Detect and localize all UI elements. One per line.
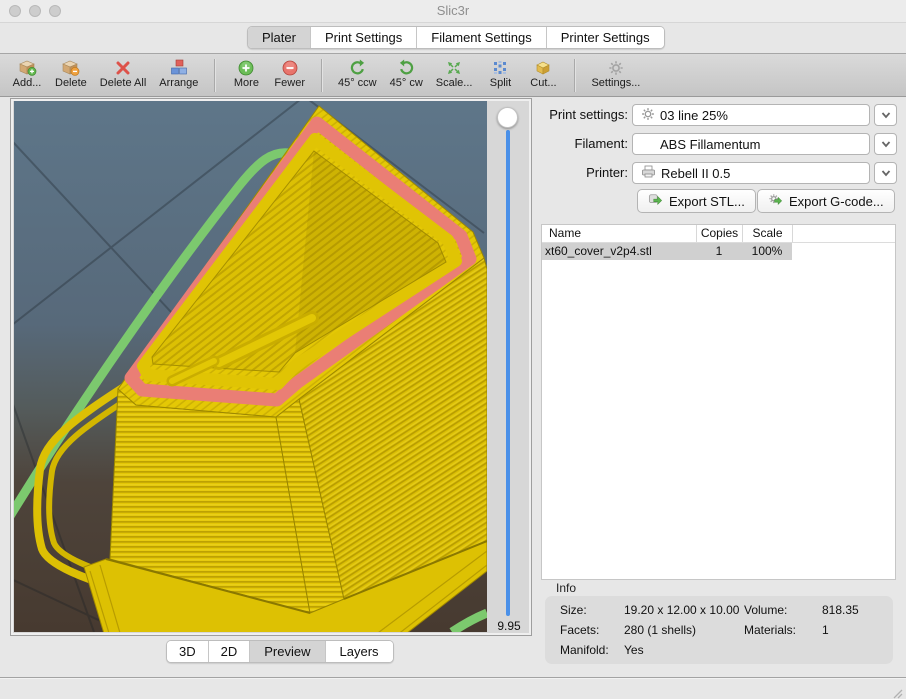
window-title: Slic3r xyxy=(0,0,906,22)
arrange-button[interactable]: Arrange xyxy=(159,58,198,89)
split-icon xyxy=(492,58,508,77)
status-bar-divider-highlight xyxy=(0,678,906,679)
export-gcode-icon xyxy=(768,193,783,210)
toolbar-separator xyxy=(321,59,322,92)
more-icon xyxy=(238,58,254,77)
chevron-down-icon xyxy=(880,138,892,150)
add-button[interactable]: Add... xyxy=(12,58,42,89)
rotate-cw-button[interactable]: 45° cw xyxy=(390,58,423,89)
settings-gear-icon xyxy=(608,58,624,77)
printer-dropdown-button[interactable] xyxy=(874,162,897,184)
fewer-icon xyxy=(282,58,298,77)
rotate-ccw-button[interactable]: 45° ccw xyxy=(338,58,377,89)
print-settings-dropdown-button[interactable] xyxy=(874,104,897,126)
object-copies-cell: 1 xyxy=(696,243,742,260)
export-stl-button[interactable]: Export STL... xyxy=(637,189,756,213)
view-tab-preview[interactable]: Preview xyxy=(250,641,325,662)
chevron-down-icon xyxy=(880,167,892,179)
tab-printer-settings[interactable]: Printer Settings xyxy=(547,27,664,48)
layer-slider-track[interactable] xyxy=(506,130,510,616)
cut-button[interactable]: Cut... xyxy=(528,58,558,89)
size-label: Size: xyxy=(560,603,587,617)
object-list-header[interactable]: Name Copies Scale xyxy=(542,225,895,243)
more-button[interactable]: More xyxy=(231,58,261,89)
delete-button[interactable]: Delete xyxy=(55,58,87,89)
object-list: Name Copies Scale xt60_cover_v2p4.stl 1 … xyxy=(541,224,896,580)
title-bar: Slic3r xyxy=(0,0,906,23)
manifold-value: Yes xyxy=(624,643,644,657)
print-settings-combo[interactable]: 03 line 25% xyxy=(632,104,870,126)
settings-button[interactable]: Settings... xyxy=(591,58,640,89)
volume-label: Volume: xyxy=(744,603,787,617)
print-settings-label: Print settings: xyxy=(540,104,628,126)
toolbar-separator xyxy=(214,59,215,92)
cut-icon xyxy=(534,58,552,77)
column-header-name[interactable]: Name xyxy=(542,225,696,242)
fewer-button[interactable]: Fewer xyxy=(274,58,305,89)
facets-value: 280 (1 shells) xyxy=(624,623,696,637)
delete-package-icon xyxy=(61,58,80,77)
facets-label: Facets: xyxy=(560,623,599,637)
view-tab-layers[interactable]: Layers xyxy=(326,641,393,662)
tab-print-settings[interactable]: Print Settings xyxy=(311,27,417,48)
materials-value: 1 xyxy=(822,623,829,637)
layer-slider-thumb[interactable] xyxy=(497,107,518,128)
info-section-title: Info xyxy=(556,581,576,595)
column-header-copies[interactable]: Copies xyxy=(696,225,742,242)
slic3r-window: Slic3r Plater Print Settings Filament Se… xyxy=(0,0,906,699)
column-header-scale[interactable]: Scale xyxy=(742,225,792,242)
view-switcher: 3D 2D Preview Layers xyxy=(166,640,394,663)
printer-icon xyxy=(641,165,656,181)
scale-icon xyxy=(446,58,462,77)
main-tab-bar: Plater Print Settings Filament Settings … xyxy=(247,26,665,49)
manifold-label: Manifold: xyxy=(560,643,609,657)
export-stl-icon xyxy=(648,193,663,210)
3d-preview-canvas[interactable] xyxy=(14,101,487,632)
export-gcode-button[interactable]: Export G-code... xyxy=(757,189,895,213)
info-panel: Size: 19.20 x 12.00 x 10.00 Volume: 818.… xyxy=(545,596,893,664)
resize-grip[interactable] xyxy=(892,687,903,699)
materials-label: Materials: xyxy=(744,623,796,637)
column-header-spacer xyxy=(792,225,895,242)
printer-label: Printer: xyxy=(540,162,628,184)
filament-label: Filament: xyxy=(540,133,628,155)
view-tab-2d[interactable]: 2D xyxy=(209,641,251,662)
rotate-cw-icon xyxy=(398,58,415,77)
rotate-ccw-icon xyxy=(349,58,366,77)
preset-gear-icon xyxy=(641,107,655,124)
delete-all-button[interactable]: Delete All xyxy=(100,58,146,89)
object-row-selected[interactable]: xt60_cover_v2p4.stl 1 100% xyxy=(542,243,792,260)
filament-combo[interactable]: ABS Fillamentum xyxy=(632,133,870,155)
delete-all-icon xyxy=(115,58,131,77)
scale-button[interactable]: Scale... xyxy=(436,58,473,89)
printer-combo[interactable]: Rebell II 0.5 xyxy=(632,162,870,184)
split-button[interactable]: Split xyxy=(485,58,515,89)
arrange-cubes-icon xyxy=(170,58,188,77)
tab-filament-settings[interactable]: Filament Settings xyxy=(417,27,546,48)
add-package-icon xyxy=(18,58,37,77)
object-name-cell: xt60_cover_v2p4.stl xyxy=(542,243,696,260)
object-scale-cell: 100% xyxy=(742,243,792,260)
view-tab-3d[interactable]: 3D xyxy=(167,641,209,662)
chevron-down-icon xyxy=(880,109,892,121)
toolbar-separator xyxy=(574,59,575,92)
layer-slider-value: 9.95 xyxy=(488,619,530,633)
filament-dropdown-button[interactable] xyxy=(874,133,897,155)
volume-value: 818.35 xyxy=(822,603,859,617)
size-value: 19.20 x 12.00 x 10.00 xyxy=(624,603,739,617)
plater-toolbar: Add... Delete Delete All Arrange More xyxy=(0,53,906,97)
tab-plater[interactable]: Plater xyxy=(248,27,311,48)
